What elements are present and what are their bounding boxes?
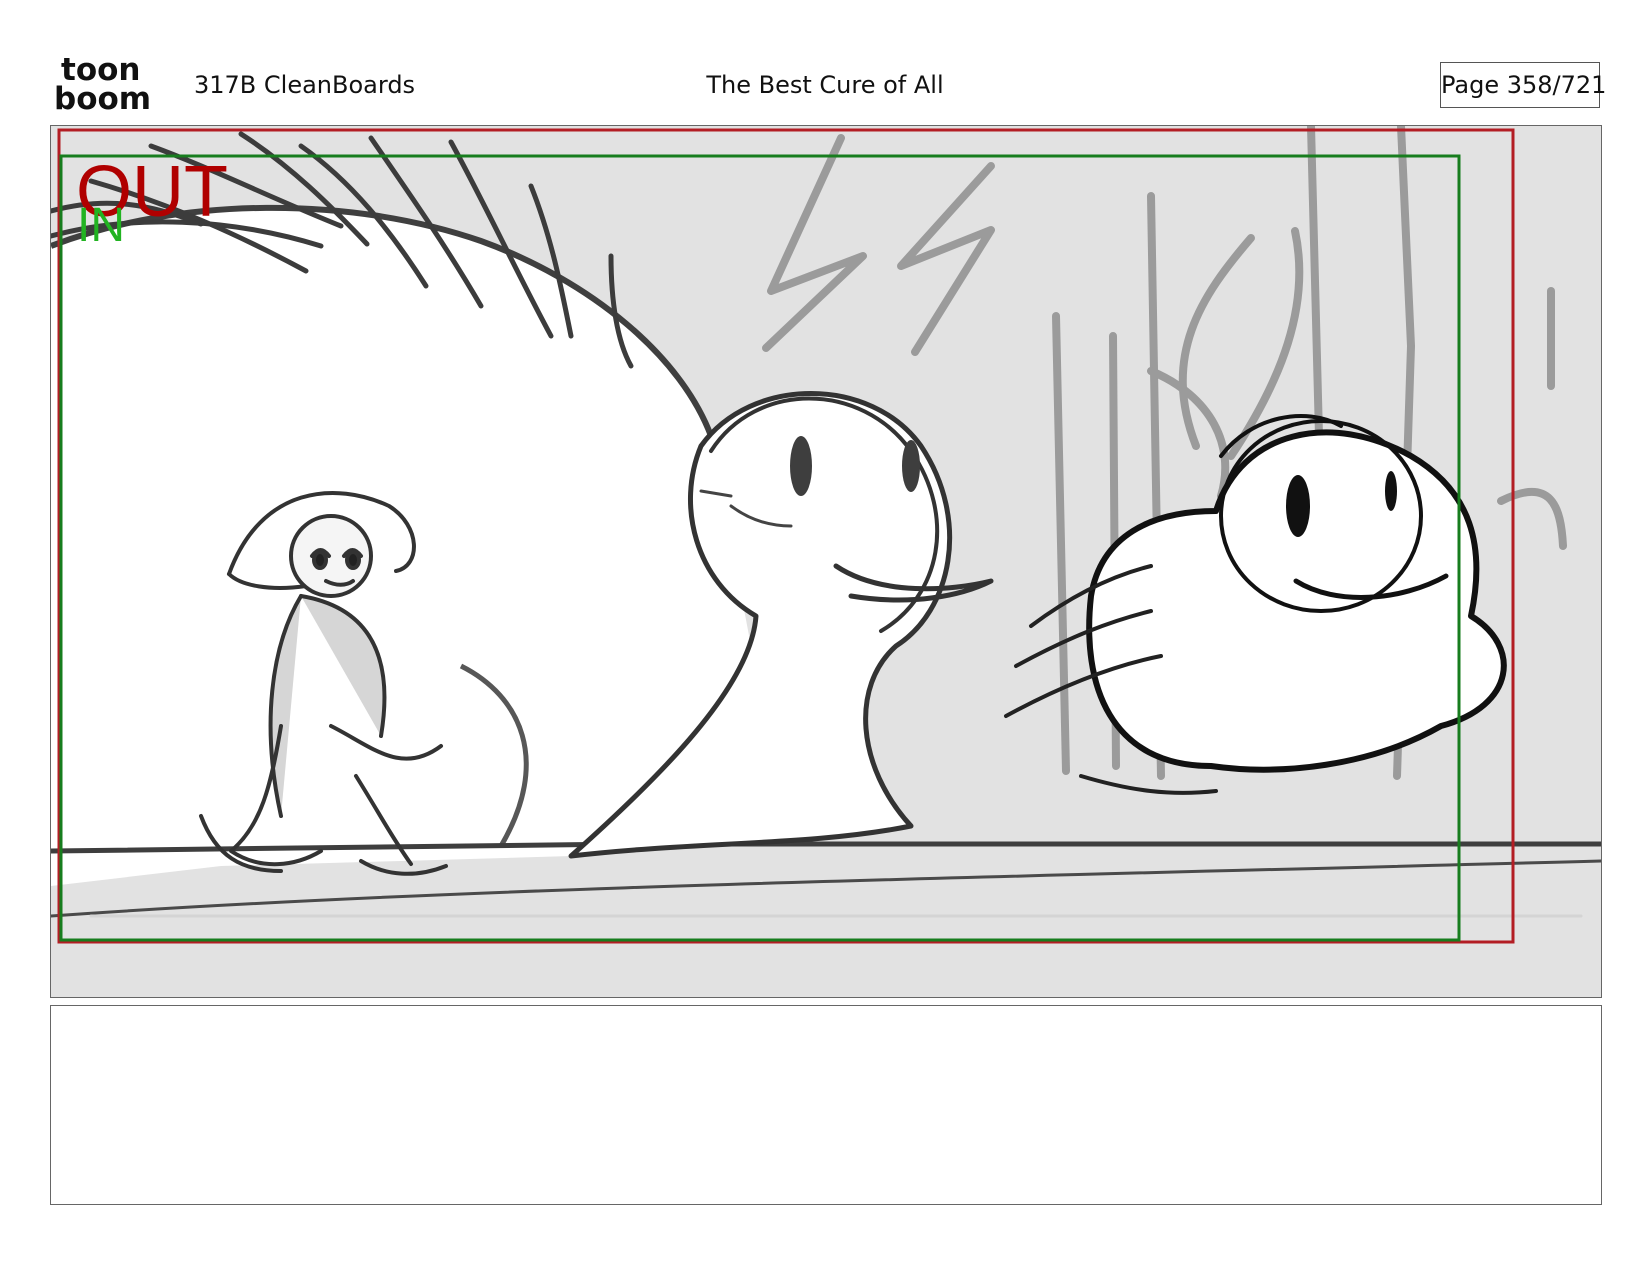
storyboard-notes-box [50, 1005, 1602, 1205]
in-marker: IN [77, 199, 125, 252]
storyboard-sketch-icon: OUT IN [51, 126, 1601, 997]
page-counter: Page 358/721 [1440, 62, 1606, 108]
storyboard-panel: OUT IN [50, 125, 1602, 998]
episode-title: The Best Cure of All [706, 71, 944, 99]
